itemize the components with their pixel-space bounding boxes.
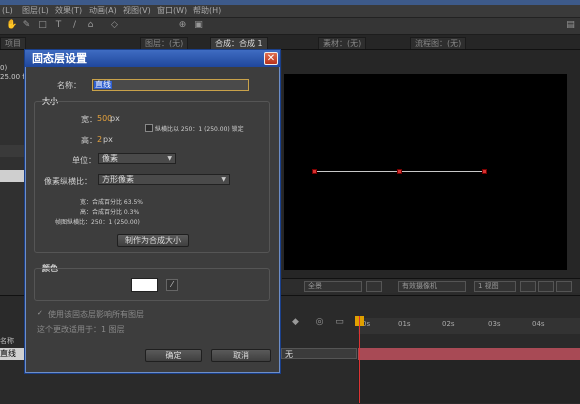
- lock-aspect-label: 纵横比以 250：1 (250.00) 锁定: [155, 126, 244, 133]
- menu-effect[interactable]: 效果(T): [55, 5, 82, 17]
- region-icon[interactable]: [366, 281, 382, 292]
- units-select[interactable]: 像素 ▼: [98, 153, 176, 164]
- timeline-switches: ◆ ◎ ▭: [285, 316, 357, 330]
- affect-all-label: 使用该固态层影响所有图层: [48, 310, 144, 319]
- axis-icon[interactable]: ⊕: [178, 21, 187, 30]
- height-label: 高：: [81, 136, 97, 145]
- timeline-track-area: [358, 360, 580, 403]
- project-row[interactable]: [0, 145, 25, 157]
- pen-tool-icon[interactable]: ✎: [22, 21, 31, 30]
- cancel-button[interactable]: 取消: [211, 349, 271, 362]
- views-select[interactable]: 1 视图: [474, 281, 516, 292]
- layer-handle-center[interactable]: [397, 169, 402, 174]
- dialog-title: 固态层设置: [25, 50, 280, 67]
- shape-tool-icon[interactable]: □: [38, 21, 47, 30]
- eyedropper-icon[interactable]: ⁄: [166, 279, 178, 291]
- name-field-value: 直线: [94, 80, 112, 89]
- units-select-value: 像素: [102, 154, 118, 163]
- height-value[interactable]: 2: [97, 135, 102, 144]
- parent-select[interactable]: 无: [281, 348, 357, 359]
- exposure-icon[interactable]: [556, 281, 572, 292]
- menu-bar: (L) 图层(L) 效果(T) 动画(A) 视图(V) 窗口(W) 帮助(H): [0, 5, 580, 18]
- viewer-control-bar: 全景 有效摄像机 1 视图: [282, 278, 580, 293]
- timeline-layer-row[interactable]: 直线: [0, 348, 24, 360]
- menu-layer[interactable]: 图层(L): [22, 5, 49, 17]
- snap-icon[interactable]: ▣: [194, 21, 203, 30]
- chevron-down-icon: ▼: [221, 176, 226, 183]
- menu-help[interactable]: 帮助(H): [193, 5, 221, 17]
- height-unit: px: [103, 135, 113, 144]
- project-info-line1: 0): [0, 64, 8, 72]
- affect-all-checkbox[interactable]: ✓: [37, 309, 45, 317]
- lock-aspect-checkbox[interactable]: [145, 124, 153, 132]
- tick-04s: 04s: [532, 320, 545, 328]
- menu-animation[interactable]: 动画(A): [89, 5, 117, 17]
- stamp-tool-icon[interactable]: ⌂: [86, 21, 95, 30]
- width-unit: px: [110, 114, 120, 123]
- graph-editor-icon[interactable]: ▭: [335, 318, 344, 327]
- workspace-icon[interactable]: ▤: [566, 21, 575, 30]
- name-label: 名称：: [57, 81, 81, 90]
- toggle-icon[interactable]: [520, 281, 536, 292]
- project-info: 0) 25.00 f: [0, 64, 25, 82]
- tools-toolbar: ✋ ✎ □ T / ⌂ ◇ ⊕ ▣ ▤: [0, 18, 580, 35]
- info-width: 宽：合成百分比 63.5%: [80, 199, 143, 206]
- current-time-indicator[interactable]: [359, 316, 360, 403]
- fast-preview-icon[interactable]: [538, 281, 554, 292]
- view-select[interactable]: 全景: [304, 281, 362, 292]
- ok-button[interactable]: 确定: [145, 349, 202, 362]
- menu-window[interactable]: 窗口(W): [157, 5, 187, 17]
- units-label: 单位：: [72, 156, 96, 165]
- tick-01s: 01s: [398, 320, 411, 328]
- applies-count-text: 这个更改适用于：1 图层: [37, 325, 125, 334]
- close-icon[interactable]: ✕: [264, 52, 278, 65]
- tab-comp-viewer[interactable]: 合成：合成 1: [210, 37, 268, 49]
- timeline-ruler[interactable]: 0s 01s 02s 03s 04s: [358, 318, 580, 334]
- draft-3d-icon[interactable]: ◆: [291, 318, 300, 327]
- pixel-aspect-select[interactable]: 方形像素 ▼: [98, 174, 230, 185]
- info-frame-aspect: 帧图纵横比：250：1 (250.00): [55, 219, 140, 226]
- pixel-aspect-label: 像素纵横比：: [44, 177, 92, 186]
- project-row-selected[interactable]: [0, 170, 25, 182]
- eraser-tool-icon[interactable]: ◇: [110, 21, 119, 30]
- hand-tool-icon[interactable]: ✋: [6, 21, 17, 30]
- pixel-aspect-value: 方形像素: [102, 175, 134, 184]
- menu-item[interactable]: (L): [2, 5, 13, 17]
- layer-handle-right[interactable]: [482, 169, 487, 174]
- layer-duration-bar[interactable]: [358, 348, 580, 360]
- tab-project[interactable]: 项目: [0, 37, 26, 49]
- info-height: 高：合成百分比 0.3%: [80, 209, 140, 216]
- tick-02s: 02s: [442, 320, 455, 328]
- tick-03s: 03s: [488, 320, 501, 328]
- composition-canvas[interactable]: [284, 74, 567, 270]
- width-label: 宽：: [81, 115, 97, 124]
- layer-handle-left[interactable]: [312, 169, 317, 174]
- camera-select[interactable]: 有效摄像机: [398, 281, 466, 292]
- make-comp-size-button[interactable]: 制作为合成大小: [117, 234, 189, 247]
- text-tool-icon[interactable]: T: [54, 21, 63, 30]
- tab-layer-viewer[interactable]: 图层：(无): [140, 37, 189, 49]
- brush-tool-icon[interactable]: /: [70, 21, 79, 30]
- viewer-tab-strip: [282, 35, 580, 49]
- name-field[interactable]: 直线: [92, 79, 249, 91]
- project-info-line2: 25.00 f: [0, 73, 25, 81]
- motion-blur-icon[interactable]: ◎: [315, 318, 324, 327]
- menu-view[interactable]: 视图(V): [123, 5, 151, 17]
- chevron-down-icon: ▼: [167, 155, 172, 162]
- layer-name-column-header: 名称: [0, 337, 14, 345]
- color-swatch[interactable]: [131, 278, 158, 292]
